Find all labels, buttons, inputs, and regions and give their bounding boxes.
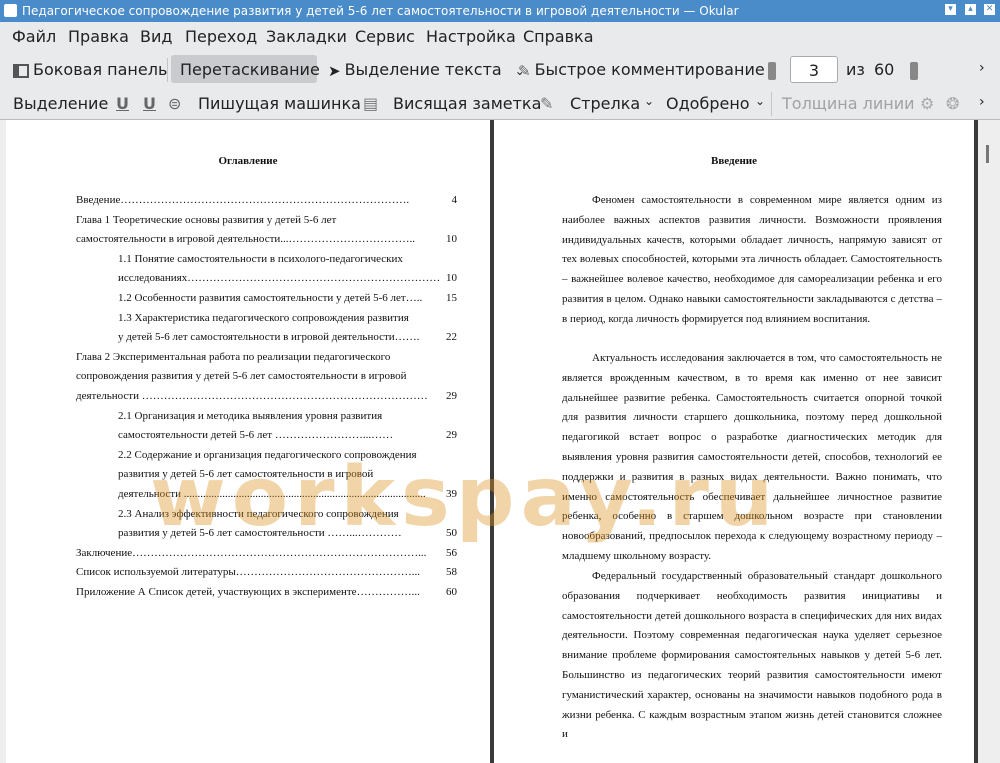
toc-page-number: 56 [446, 546, 457, 559]
page-left: Оглавление Введение………………………………………………………… [6, 120, 490, 763]
strikeout-icon[interactable]: ⊜ [168, 94, 181, 113]
toc-entry[interactable]: Глава 1 Теоретические основы развития у … [76, 214, 336, 226]
toc-page-number: 15 [446, 292, 457, 304]
toc-entry[interactable]: деятельности …………………………………………………………………… [76, 390, 428, 402]
toc-entry[interactable]: исследованиях…………………………………………………………… [118, 272, 440, 284]
stamp-tool[interactable]: Одобрено [666, 94, 750, 113]
stamp-dropdown-icon[interactable]: ⌄ [755, 94, 765, 108]
toc-entry[interactable]: самостоятельности детей 5-6 лет ……………………… [118, 429, 393, 441]
menu-file[interactable]: Файл [12, 27, 56, 46]
window-titlebar[interactable]: Педагогическое сопровождение развития у … [0, 0, 1000, 22]
menu-bookmarks[interactable]: Закладки [266, 27, 347, 46]
toc-entry[interactable]: 1.3 Характеристика педагогического сопро… [118, 312, 409, 324]
highlight-tool[interactable]: Выделение [13, 94, 108, 113]
next-page-icon[interactable] [910, 60, 918, 80]
previous-page-icon[interactable] [768, 60, 776, 80]
sidebar-icon [13, 63, 29, 78]
text-select-button[interactable]: ➤ Выделение текста ⌄ [328, 60, 525, 80]
toc-entry[interactable]: 1.1 Понятие самостоятельности в психолог… [118, 253, 403, 265]
toolbar-separator [167, 58, 168, 82]
toolbar-separator [771, 92, 772, 116]
app-icon [4, 4, 17, 17]
page-right: Введение Феномен самостоятельности в сов… [494, 120, 974, 763]
toc-entry[interactable]: сопровождения развития у детей 5-6 лет с… [76, 370, 407, 382]
line-width-button[interactable]: Толщина линии [782, 94, 915, 113]
popup-note-tool[interactable]: Висящая заметка [393, 94, 541, 113]
menu-view[interactable]: Вид [140, 27, 172, 46]
underline-icon[interactable]: U [116, 94, 129, 113]
toc-page-number: 4 [451, 194, 458, 206]
toc-entry[interactable]: 2.1 Организация и методика выявления уро… [118, 410, 382, 422]
menu-go[interactable]: Переход [185, 27, 257, 46]
toc-page-number: 60 [446, 586, 457, 598]
menu-bar: Файл Правка Вид Переход Закладки Сервис … [0, 22, 1000, 52]
intro-paragraph: Федеральный государственный образователь… [562, 570, 942, 741]
toc-entry[interactable]: Заключение……………………………………………………………………... [76, 547, 426, 559]
scrollbar-thumb[interactable] [986, 145, 989, 163]
intro-paragraph: Феномен самостоятельности в современном … [562, 194, 942, 325]
window-title: Педагогическое сопровождение развития у … [22, 4, 739, 18]
annotation-overflow-icon[interactable]: › [979, 94, 985, 110]
cursor-icon: ➤ [328, 61, 341, 80]
toc-entry[interactable]: самостоятельности в игровой деятельности… [76, 233, 415, 245]
menu-help[interactable]: Справка [523, 27, 594, 46]
toolbar-overflow-icon[interactable]: › [979, 60, 985, 76]
annotation-toolbar: Выделение U U ⊜ Пишущая машинка ▤ Висяща… [0, 86, 1000, 120]
quick-comment-button[interactable]: ✎ Быстрое комментирование [518, 60, 765, 80]
watermark: workspay.ru [150, 450, 780, 545]
toc-entry[interactable]: Список используемой литературы…………………………… [76, 566, 420, 578]
toc-page-number: 29 [446, 390, 457, 402]
menu-tools[interactable]: Сервис [355, 27, 415, 46]
toc-page-number: 58 [446, 566, 457, 579]
sidebar-button[interactable]: Боковая панель [13, 60, 167, 79]
page-total: 60 [874, 60, 895, 79]
typewriter-tool[interactable]: Пишущая машинка [198, 94, 361, 113]
menu-settings[interactable]: Настройка [426, 27, 516, 46]
toc-entry[interactable]: у детей 5-6 лет самостоятельности в игро… [118, 331, 419, 343]
toc-entry[interactable]: Введение……………………………………………………………………. [76, 194, 409, 206]
arrow-tool-icon: ✎ [540, 94, 554, 113]
vertical-scrollbar[interactable] [980, 120, 1000, 763]
page-number-input[interactable]: 3 [790, 56, 838, 83]
intro-title: Введение [710, 155, 758, 167]
toc-page-number: 10 [446, 233, 457, 246]
toc-entry[interactable]: Глава 2 Экспериментальная работа по реал… [76, 351, 390, 363]
text-select-label: Выделение текста [344, 60, 502, 79]
menu-edit[interactable]: Правка [68, 27, 129, 46]
minimize-icon[interactable]: ▾ [945, 4, 956, 15]
drag-button[interactable]: Перетаскивание [180, 60, 320, 79]
page-of-label: из [846, 60, 865, 79]
toc-page-number: 10 [446, 272, 457, 285]
quick-comment-label: Быстрое комментирование [534, 60, 765, 79]
toc-page-number: 29 [446, 429, 457, 442]
toc-entry[interactable]: 1.2 Особенности развития самостоятельнос… [118, 292, 422, 304]
pen-icon: ✎ [518, 61, 531, 80]
color-icon[interactable]: ⚙ [920, 94, 934, 113]
arrow-tool[interactable]: Стрелка [570, 94, 640, 113]
main-toolbar: Боковая панель Перетаскивание ➤ Выделение… [0, 52, 1000, 86]
opacity-icon[interactable]: ❂ [946, 94, 959, 113]
maximize-icon[interactable]: ▴ [965, 4, 976, 15]
toc-title: Оглавление [218, 155, 278, 167]
document-view[interactable]: Оглавление Введение………………………………………………………… [0, 120, 1000, 763]
page-shadow [974, 120, 978, 763]
squiggly-icon[interactable]: U [143, 94, 156, 113]
arrow-dropdown-icon[interactable]: ⌄ [644, 94, 654, 108]
note-icon[interactable]: ▤ [363, 94, 378, 113]
sidebar-button-label: Боковая панель [33, 60, 168, 79]
toc-page-number: 22 [446, 331, 457, 344]
drag-button-label: Перетаскивание [180, 60, 320, 79]
close-icon[interactable]: ✕ [984, 4, 995, 15]
toc-entry[interactable]: Приложение А Список детей, участвующих в… [76, 586, 420, 598]
